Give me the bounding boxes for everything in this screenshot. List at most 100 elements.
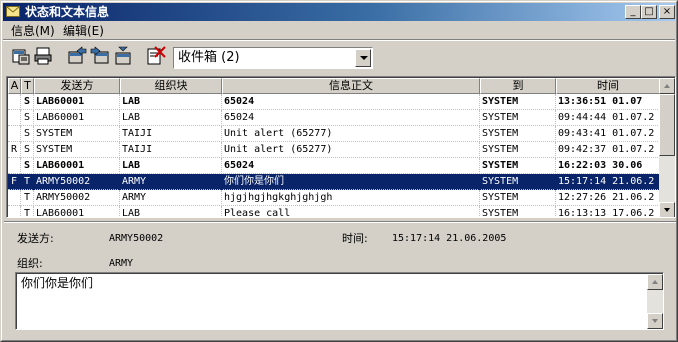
column-header-body[interactable]: 信息正文 [222,78,480,94]
scroll-down-button[interactable] [659,202,675,217]
row-body: Unit alert (65277) [222,142,480,158]
row-group: LAB [120,110,222,126]
forward-icon [90,46,109,64]
row-time: 13:36:51 01.07 [556,94,660,110]
table-row[interactable]: S SYSTEM TAIJI Unit alert (65277) SYSTEM 09:4… [8,126,660,142]
menu-info[interactable]: 信息(M) [11,24,55,38]
row-attachment-flag [8,110,21,126]
table-row[interactable]: S LAB60001 LAB 65024 SYSTEM 13:36:51 01.07 [8,94,660,110]
row-type: S [21,158,34,174]
menu-edit[interactable]: 编辑(E) [63,24,104,38]
table-row[interactable]: T LAB60001 LAB Please call SYSTEM 16:13:13 17… [8,206,660,217]
detail-org-value: ARMY [109,258,134,269]
row-time: 09:44:44 01.07.2 [556,110,660,126]
table-row[interactable]: S LAB60001 LAB 65024 SYSTEM 09:44:44 01.07.2 [8,110,660,126]
row-sender: LAB60001 [34,94,120,110]
table-row[interactable]: R S SYSTEM TAIJI Unit alert (65277) SYSTEM 09:… [8,142,660,158]
new-message-button[interactable] [11,46,31,66]
row-time: 12:27:26 21.06.2 [556,190,660,206]
scroll-up-button[interactable] [659,78,675,94]
row-sender: LAB60001 [34,158,120,174]
delete-button[interactable] [146,46,166,66]
row-group: LAB [120,206,222,217]
arrow-down-icon [664,208,670,212]
column-header-sender[interactable]: 发送方 [34,78,120,94]
row-time: 09:42:37 01.07.2 [556,142,660,158]
row-type: S [21,126,34,142]
row-type: S [21,142,34,158]
row-recipient: SYSTEM [480,174,556,190]
splitter[interactable] [4,221,676,223]
row-recipient: SYSTEM [480,158,556,174]
detail-org-label: 组织: [17,257,43,270]
row-attachment-flag [8,94,21,110]
print-button[interactable] [33,46,53,66]
dropdown-arrow-button[interactable] [355,49,371,67]
row-body: Unit alert (65277) [222,126,480,142]
column-header-t[interactable]: T [21,78,34,94]
detail-sender-value: ARMY50002 [109,233,164,244]
folder-dropdown-value: 收件箱 (2) [178,50,240,65]
row-attachment-flag [8,206,21,217]
row-recipient: SYSTEM [480,206,556,217]
message-body-scrollbar[interactable] [647,274,663,329]
arrow-up-icon [652,280,658,284]
send-receive-icon [115,46,131,65]
row-body: 65024 [222,94,480,110]
main-window: 状态和文本信息 _ □ × 信息(M) 编辑(E) 收件箱 (2) A T 发送… [0,0,678,342]
send-receive-button[interactable] [113,46,133,66]
row-attachment-flag: R [8,142,21,158]
row-type: T [21,174,34,190]
forward-button[interactable] [90,46,110,66]
list-rows: S LAB60001 LAB 65024 SYSTEM 13:36:51 01.07 S LA… [8,94,660,217]
column-header-to[interactable]: 到 [480,78,556,94]
body-scroll-down-button[interactable] [647,313,663,329]
row-time: 16:13:13 17.06.2 [556,206,660,217]
row-recipient: SYSTEM [480,94,556,110]
row-group: TAIJI [120,126,222,142]
row-sender: LAB60001 [34,206,120,217]
row-sender: SYSTEM [34,126,120,142]
row-type: S [21,110,34,126]
folder-dropdown[interactable]: 收件箱 (2) [173,47,373,69]
list-scrollbar[interactable] [659,78,675,217]
row-group: ARMY [120,190,222,206]
reply-button[interactable] [67,46,87,66]
row-body: Please call [222,206,480,217]
minimize-button[interactable]: _ [625,5,641,19]
chevron-down-icon [360,56,368,60]
table-row[interactable]: F T ARMY50002 ARMY 你们你是你们 SYSTEM 15:17:14 21.0… [8,174,660,190]
printer-icon [34,47,52,65]
row-attachment-flag: F [8,174,21,190]
table-row[interactable]: S LAB60001 LAB 65024 SYSTEM 16:22:03 30.06 [8,158,660,174]
envelope-icon [6,6,20,17]
message-list[interactable]: A T 发送方 组织块 信息正文 到 时间 S LAB60001 LAB 65024 S… [6,76,676,218]
new-message-icon [12,49,30,65]
window-title: 状态和文本信息 [25,5,110,19]
row-type: S [21,94,34,110]
row-time: 15:17:14 21.06.2 [556,174,660,190]
row-sender: LAB60001 [34,110,120,126]
title-bar[interactable]: 状态和文本信息 _ □ × [3,3,675,21]
row-recipient: SYSTEM [480,126,556,142]
close-button[interactable]: × [659,5,675,19]
row-attachment-flag [8,126,21,142]
scroll-thumb[interactable] [659,94,675,156]
detail-time-value: 15:17:14 21.06.2005 [392,233,507,244]
column-header-group[interactable]: 组织块 [120,78,222,94]
row-sender: ARMY50002 [34,190,120,206]
table-row[interactable]: T ARMY50002 ARMY hjgjhgjhgkghjghjgh SYSTEM 12… [8,190,660,206]
row-sender: ARMY50002 [34,174,120,190]
delete-icon [147,46,166,65]
maximize-button[interactable]: □ [641,5,657,19]
column-header-time[interactable]: 时间 [556,78,660,94]
row-type: T [21,190,34,206]
message-body-text: 你们你是你们 [21,276,94,290]
row-body: 65024 [222,158,480,174]
message-body-textbox[interactable]: 你们你是你们 [15,272,664,330]
row-attachment-flag [8,158,21,174]
column-header-a[interactable]: A [8,78,21,94]
row-recipient: SYSTEM [480,190,556,206]
row-group: TAIJI [120,142,222,158]
body-scroll-up-button[interactable] [647,274,663,290]
